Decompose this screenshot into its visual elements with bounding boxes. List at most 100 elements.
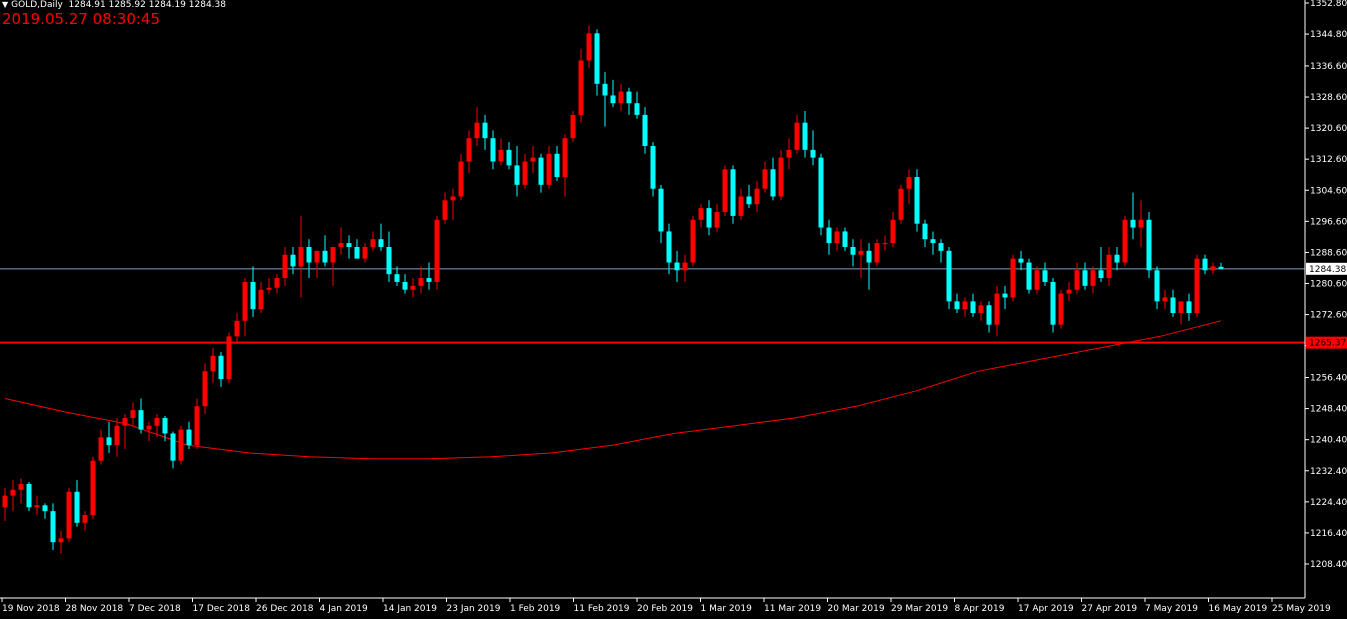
- candle-body: [330, 246, 336, 263]
- candle: [26, 482, 32, 512]
- candle: [362, 243, 368, 263]
- candle-body: [522, 161, 528, 185]
- candle: [226, 332, 232, 383]
- candle-body: [58, 538, 64, 543]
- candle: [458, 153, 464, 201]
- candle-body: [594, 33, 600, 84]
- candle: [634, 91, 640, 119]
- candle-body: [650, 145, 656, 189]
- candle: [354, 239, 360, 259]
- candle: [1066, 281, 1072, 302]
- candle: [522, 153, 528, 189]
- candle: [442, 192, 448, 224]
- candle-body: [234, 320, 240, 337]
- y-tick-label: 1280.60: [1310, 280, 1347, 290]
- candle: [714, 204, 720, 232]
- candle: [10, 480, 16, 512]
- current-price-tag: 1284.38: [1306, 262, 1347, 275]
- candle: [490, 130, 496, 170]
- candle: [1074, 262, 1080, 294]
- candle-body: [682, 262, 688, 271]
- x-tick-label: 7 Dec 2018: [129, 604, 181, 614]
- candle: [258, 281, 264, 314]
- y-tick-label: 1288.60: [1310, 248, 1347, 258]
- candle: [834, 227, 840, 251]
- candle-body: [322, 250, 328, 263]
- candle: [514, 145, 520, 197]
- candle: [58, 530, 64, 554]
- candle: [1162, 289, 1168, 310]
- x-tick-label: 1 Mar 2019: [701, 604, 753, 614]
- candle-body: [754, 188, 760, 205]
- candle-body: [1010, 258, 1016, 298]
- candle: [1034, 266, 1040, 294]
- y-tick-label: 1248.40: [1310, 405, 1347, 415]
- candle-body: [98, 437, 104, 461]
- candle: [242, 278, 248, 337]
- candle: [338, 227, 344, 255]
- candle-body: [554, 153, 560, 178]
- candle-body: [474, 122, 480, 139]
- candle-body: [514, 165, 520, 185]
- candle-body: [178, 429, 184, 461]
- x-tick-label: 11 Feb 2019: [574, 604, 630, 614]
- candle-body: [130, 410, 136, 418]
- candle: [618, 83, 624, 112]
- candle-body: [698, 208, 704, 220]
- candle-body: [122, 417, 128, 426]
- candle: [554, 145, 560, 181]
- level-price-tag: 1265.37: [1306, 336, 1347, 349]
- candle: [1210, 262, 1216, 275]
- candle-body: [778, 157, 784, 197]
- candle-body: [26, 483, 32, 508]
- candle: [138, 398, 144, 434]
- candle-body: [1186, 301, 1192, 314]
- candle-body: [954, 301, 960, 310]
- candle-body: [402, 281, 408, 290]
- y-tick-label: 1208.40: [1310, 560, 1347, 570]
- candle: [946, 246, 952, 310]
- candle: [218, 351, 224, 387]
- candle: [1122, 215, 1128, 267]
- x-tick-label: 26 Dec 2018: [256, 604, 314, 614]
- candle: [906, 169, 912, 205]
- candle-body: [1114, 254, 1120, 263]
- candle: [786, 138, 792, 170]
- candle: [962, 297, 968, 317]
- candle: [1106, 246, 1112, 286]
- candle: [570, 111, 576, 143]
- candle: [378, 223, 384, 251]
- x-tick-label: 8 Apr 2019: [955, 604, 1005, 614]
- candle-body: [818, 157, 824, 228]
- candle-body: [842, 231, 848, 247]
- candle: [426, 262, 432, 290]
- candle-body: [66, 491, 72, 539]
- candle-body: [90, 460, 96, 516]
- candle: [642, 107, 648, 154]
- candle: [1170, 289, 1176, 317]
- candle: [386, 231, 392, 282]
- candle-body: [266, 287, 272, 290]
- candle: [98, 429, 104, 465]
- candle-body: [274, 278, 280, 288]
- y-tick-label: 1320.60: [1310, 124, 1347, 134]
- candle-body: [898, 188, 904, 220]
- y-tick-label: 1328.60: [1310, 93, 1347, 103]
- candle-body: [666, 231, 672, 263]
- candle-body: [610, 95, 616, 104]
- candle-body: [730, 169, 736, 216]
- candle: [874, 239, 880, 267]
- candle-body: [658, 188, 664, 232]
- x-tick-label: 20 Mar 2019: [828, 604, 885, 614]
- candle: [18, 478, 24, 504]
- candle: [210, 347, 216, 383]
- candlestick-chart[interactable]: 1352.80 1344.80 1336.60 1328.60 1320.60 1312.…: [0, 0, 1347, 619]
- candle: [682, 254, 688, 282]
- candle: [938, 239, 944, 263]
- x-tick-label: 1 Feb 2019: [510, 604, 561, 614]
- candle-body: [1130, 219, 1136, 228]
- candle-body: [1082, 270, 1088, 286]
- candle: [370, 231, 376, 251]
- candle-body: [850, 246, 856, 255]
- candle-body: [106, 437, 112, 446]
